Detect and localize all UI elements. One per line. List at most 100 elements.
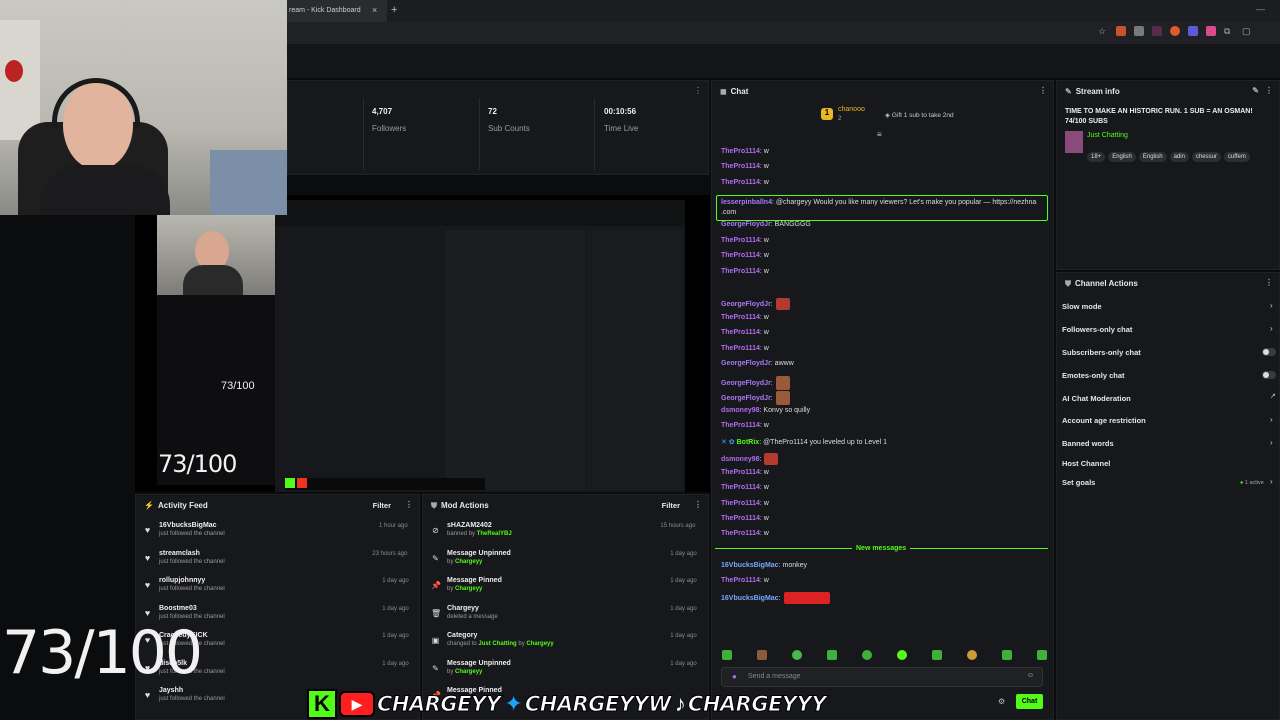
more-icon[interactable]: ⋮ [1265,278,1273,287]
chat-username[interactable]: ThePro1114 [721,422,760,429]
chat-username[interactable]: ThePro1114 [721,314,760,321]
chat-username[interactable]: GeorgeFloydJr [721,301,771,308]
emotes-only-toggle[interactable] [1262,371,1276,379]
emote-icon[interactable] [722,650,732,660]
extension-icon[interactable]: ▢ [1242,26,1252,36]
chat-username[interactable]: ThePro1114 [721,500,760,507]
tag[interactable]: English [1108,152,1136,162]
chat-username[interactable]: 16VbucksBigMac [721,595,779,602]
action-account-age[interactable]: Account age restriction [1062,416,1146,425]
chat-username[interactable]: ThePro1114 [721,237,760,244]
settings-icon[interactable]: ⚙ [998,697,1005,706]
chat-username[interactable]: GeorgeFloydJr [721,221,771,228]
chat-username[interactable]: ThePro1114 [721,148,760,155]
chevron-right-icon[interactable]: › [1270,477,1273,486]
star-icon[interactable]: ☆ [1098,26,1108,36]
chat-username[interactable]: ThePro1114 [721,484,760,491]
action-followers-only[interactable]: Followers-only chat [1062,325,1132,334]
send-chat-button[interactable]: Chat [1016,694,1043,709]
extension-icon[interactable] [1152,26,1162,36]
filter-button[interactable]: Filter [373,501,391,510]
emote-icon[interactable] [932,650,942,660]
mod-action-item[interactable]: Chargeyy deleted a message [447,605,498,620]
action-ai-moderation[interactable]: AI Chat Moderation [1062,394,1131,403]
tab-close-icon[interactable]: × [372,5,377,15]
chat-username[interactable]: ThePro1114 [721,515,760,522]
mod-action-item[interactable]: Message Pinned by Chargeyy [447,577,502,592]
more-icon[interactable]: ⋮ [405,500,413,509]
more-icon[interactable]: ⋮ [1039,86,1047,95]
emote-icon[interactable] [757,650,767,660]
chat-username[interactable]: ThePro1114 [721,252,760,259]
chat-username[interactable]: ThePro1114 [721,345,760,352]
activity-item[interactable]: 16VbucksBigMac just followed the channel [159,522,225,537]
emoji-icon[interactable]: ☺ [1027,672,1034,679]
emote-icon[interactable] [1037,650,1047,660]
emote-icon[interactable] [827,650,837,660]
chat-username[interactable]: dsmoney98 [721,456,760,463]
emote-icon[interactable] [792,650,802,660]
activity-item[interactable]: streamclash just followed the channel [159,550,225,565]
emote-icon[interactable] [897,650,907,660]
mod-action-item[interactable]: Message Unpinned by Chargeyy [447,550,511,565]
mod-action-item[interactable]: Category changed to Just Chatting by Char… [447,632,554,647]
chat-username[interactable]: ThePro1114 [721,469,760,476]
more-icon[interactable]: ⋮ [694,500,702,509]
new-tab-icon[interactable]: + [391,4,397,16]
action-slow-mode[interactable]: Slow mode [1062,302,1102,311]
extension-icon[interactable] [1134,26,1144,36]
more-icon[interactable]: ⋮ [694,86,702,95]
chat-username[interactable]: lesserpinballn4 [721,199,772,206]
activity-item[interactable]: Jayshh just followed the channel [159,687,225,702]
puzzle-icon[interactable]: ⧉ [1224,26,1234,36]
more-icon[interactable]: ⋮ [1265,86,1273,95]
action-set-goals[interactable]: Set goals [1062,478,1095,487]
extension-icon[interactable] [1116,26,1126,36]
mod-action-item[interactable]: Message Unpinned by Chargeyy [447,660,511,675]
category-link[interactable]: Just Chatting [1087,132,1128,139]
action-banned-words[interactable]: Banned words [1062,439,1114,448]
chevron-right-icon[interactable]: › [1270,415,1273,424]
tag[interactable]: 18+ [1087,152,1106,162]
tag[interactable]: English [1138,152,1167,162]
chat-username[interactable]: ThePro1114 [721,530,760,537]
chevron-right-icon[interactable]: › [1270,324,1273,333]
action-emotes-only[interactable]: Emotes-only chat [1062,371,1125,380]
expand-icon[interactable]: ≡ [877,130,882,139]
chat-username[interactable]: ThePro1114 [721,179,760,186]
filter-button[interactable]: Filter [662,501,680,510]
chat-username[interactable]: ThePro1114 [721,268,760,275]
action-host-channel[interactable]: Host Channel [1062,459,1110,468]
edit-icon[interactable]: ✎ [1252,86,1259,95]
tag[interactable]: cuffem [1223,152,1250,162]
external-link-icon[interactable]: ↗ [1270,392,1276,400]
stream-preview[interactable]: 73/100 [135,195,710,492]
chat-username[interactable]: ThePro1114 [721,329,760,336]
chat-username[interactable]: GeorgeFloydJr [721,360,771,367]
chat-username[interactable]: BotRix [737,439,760,446]
subscribers-only-toggle[interactable] [1262,348,1276,356]
extension-icon[interactable] [1170,26,1180,36]
chevron-right-icon[interactable]: › [1270,301,1273,310]
chat-username[interactable]: GeorgeFloydJr [721,380,771,387]
emote-icon[interactable] [967,650,977,660]
minimize-icon[interactable]: — [1256,4,1265,14]
pinned-user[interactable]: chanooo [838,106,865,113]
chat-username[interactable]: GeorgeFloydJr [721,395,771,402]
action-subscribers-only[interactable]: Subscribers-only chat [1062,348,1141,357]
chat-input[interactable]: ● Send a message ☺ [721,667,1043,687]
chat-username[interactable]: ThePro1114 [721,577,760,584]
emote-icon[interactable] [862,650,872,660]
emote-icon[interactable] [1002,650,1012,660]
mod-action-item[interactable]: sHAZAM2402 banned by TheRealYBJ [447,522,512,537]
chat-username[interactable]: dsmoney98 [721,407,760,414]
chat-username[interactable]: ThePro1114 [721,163,760,170]
activity-item[interactable]: rollupjohnnyy just followed the channel [159,577,225,592]
extension-icon[interactable] [1206,26,1216,36]
chat-username[interactable]: 16VbucksBigMac [721,562,779,569]
tag[interactable]: adin [1169,152,1189,162]
extension-icon[interactable] [1188,26,1198,36]
divider [479,98,480,170]
chevron-right-icon[interactable]: › [1270,438,1273,447]
tag[interactable]: chessur [1191,152,1221,162]
